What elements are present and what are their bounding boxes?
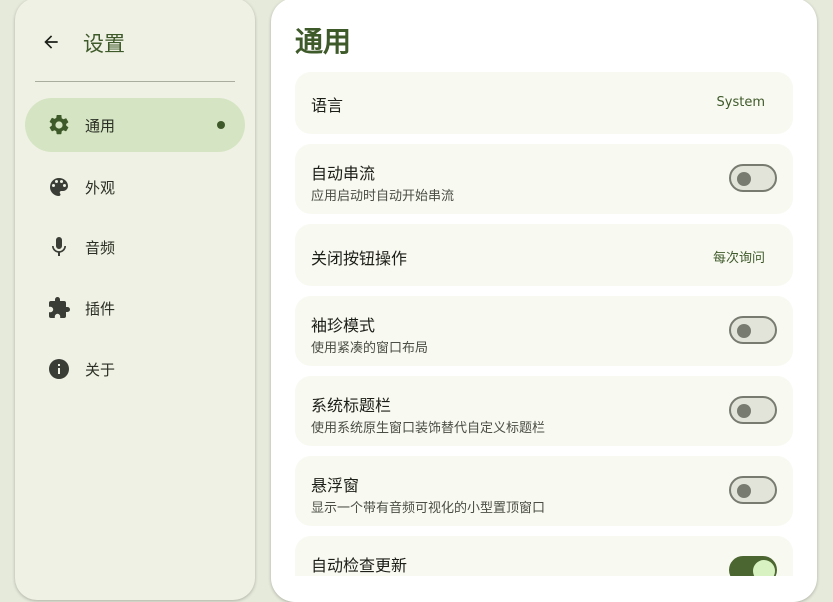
puzzle-icon <box>49 297 70 318</box>
setting-title: 悬浮窗 <box>311 476 360 495</box>
auto-update-toggle[interactable] <box>729 556 777 576</box>
setting-close-button-action[interactable]: 关闭按钮操作 每次询问 <box>295 224 793 286</box>
sidebar-item-label: 关于 <box>85 361 116 379</box>
toggle-knob <box>737 404 751 418</box>
arrow-left-icon <box>44 35 58 49</box>
close-action-value[interactable]: 每次询问 <box>713 247 765 266</box>
setting-language[interactable]: 语言 System <box>295 72 793 134</box>
setting-title: 自动检查更新 <box>311 556 408 575</box>
sidebar-item-about[interactable]: 关于 <box>25 342 245 396</box>
palette-icon <box>50 178 68 196</box>
setting-floating-window[interactable]: 悬浮窗 显示一个带有音频可视化的小型置顶窗口 <box>295 456 793 526</box>
auto-stream-toggle[interactable] <box>729 164 777 192</box>
setting-subtitle: 使用紧凑的窗口布局 <box>311 341 429 356</box>
setting-title: 语言 <box>311 96 344 115</box>
microphone-icon <box>52 237 66 256</box>
back-button[interactable] <box>39 30 63 54</box>
setting-subtitle: 显示一个带有音频可视化的小型置顶窗口 <box>311 501 546 516</box>
sidebar-item-general[interactable]: 通用 <box>25 98 245 152</box>
system-titlebar-toggle[interactable] <box>729 396 777 424</box>
setting-compact-mode[interactable]: 袖珍模式 使用紧凑的窗口布局 <box>295 296 793 366</box>
gear-icon <box>49 114 69 135</box>
active-indicator-dot <box>217 121 225 129</box>
setting-subtitle: 使用系统原生窗口装饰替代自定义标题栏 <box>311 421 546 436</box>
main-panel: 通用 语言 System 自动串流 应用启动时自动开始串流 关闭按钮操作 每次询… <box>271 0 817 602</box>
toggle-knob <box>737 172 751 186</box>
info-icon <box>49 359 69 379</box>
floating-window-toggle[interactable] <box>729 476 777 504</box>
setting-system-titlebar[interactable]: 系统标题栏 使用系统原生窗口装饰替代自定义标题栏 <box>295 376 793 446</box>
compact-mode-toggle[interactable] <box>729 316 777 344</box>
settings-list[interactable]: 语言 System 自动串流 应用启动时自动开始串流 关闭按钮操作 每次询问 袖… <box>271 72 817 576</box>
setting-title: 袖珍模式 <box>311 316 376 335</box>
sidebar-header: 设置 <box>15 0 255 82</box>
sidebar-item-label: 外观 <box>85 179 116 197</box>
language-value[interactable]: System <box>717 95 765 110</box>
setting-auto-stream[interactable]: 自动串流 应用启动时自动开始串流 <box>295 144 793 214</box>
toggle-knob <box>753 560 775 576</box>
toggle-knob <box>737 324 751 338</box>
setting-title: 关闭按钮操作 <box>311 249 408 268</box>
setting-auto-update-check[interactable]: 自动检查更新 <box>295 536 793 576</box>
sidebar-divider <box>35 81 235 82</box>
sidebar-item-plugins[interactable]: 插件 <box>25 281 245 335</box>
setting-title: 自动串流 <box>311 164 376 183</box>
sidebar-item-audio[interactable]: 音频 <box>25 220 245 274</box>
toggle-knob <box>737 484 751 498</box>
sidebar-item-label: 插件 <box>85 300 116 318</box>
setting-title: 系统标题栏 <box>311 396 392 415</box>
sidebar-item-label: 通用 <box>85 117 116 135</box>
sidebar-item-appearance[interactable]: 外观 <box>25 160 245 214</box>
sidebar-item-label: 音频 <box>85 239 116 257</box>
sidebar-title: 设置 <box>83 32 125 56</box>
page-title: 通用 <box>295 25 352 58</box>
sidebar: 设置 通用 外观 音频 插件 关于 <box>15 0 255 600</box>
setting-subtitle: 应用启动时自动开始串流 <box>311 189 455 204</box>
